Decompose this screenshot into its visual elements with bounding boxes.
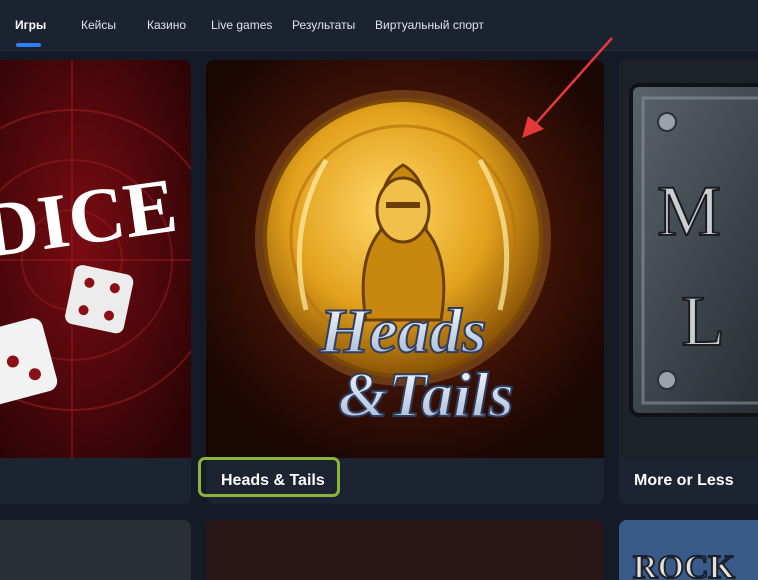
game-card-heads-tails[interactable]: Heads &Tails Heads & Tails xyxy=(206,60,604,504)
game-card-row2-1[interactable] xyxy=(0,520,191,580)
svg-text:Heads: Heads xyxy=(318,295,486,366)
heads-tails-game-image: Heads &Tails xyxy=(206,60,604,458)
nav-tab-cases[interactable]: Кейсы xyxy=(81,18,116,32)
title-highlight-frame xyxy=(198,457,340,497)
dice-game-image: DICE xyxy=(0,60,191,458)
svg-text:L: L xyxy=(681,281,725,361)
game-card-row2-3[interactable]: ROCK xyxy=(619,520,758,580)
nav-tab-virtual-sport[interactable]: Виртуальный спорт xyxy=(375,18,484,32)
more-or-less-game-image: M L xyxy=(619,60,758,458)
nav-tab-results[interactable]: Результаты xyxy=(292,18,355,32)
game-title: More or Less xyxy=(634,472,734,489)
svg-text:&Tails: &Tails xyxy=(338,359,513,430)
game-card-dice[interactable]: DICE xyxy=(0,60,191,504)
nav-tab-games[interactable]: Игры xyxy=(15,18,46,32)
nav-tab-live-games[interactable]: Live games xyxy=(211,18,272,32)
nav-tab-casino[interactable]: Казино xyxy=(147,18,186,32)
svg-text:ROCK: ROCK xyxy=(633,549,736,580)
active-tab-indicator xyxy=(16,43,41,47)
row2-card-3-image: ROCK xyxy=(619,520,758,580)
svg-text:M: M xyxy=(657,171,721,251)
top-navigation: Игры Кейсы Казино Live games Результаты … xyxy=(0,0,758,51)
game-card-more-or-less[interactable]: M L More or Less xyxy=(619,60,758,504)
game-card-row2-2[interactable] xyxy=(206,520,604,580)
